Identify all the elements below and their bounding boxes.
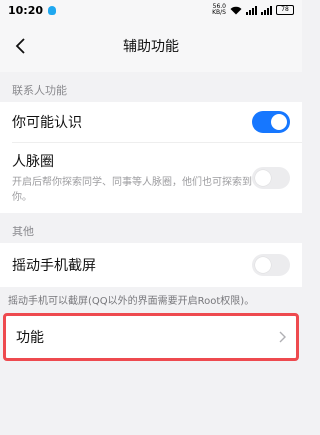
- function-row[interactable]: 功能: [3, 313, 299, 361]
- status-indicators: 56.0 KB/S 78: [210, 4, 294, 16]
- qq-notification-icon: [48, 5, 57, 15]
- other-section: 摇动手机截屏: [0, 243, 302, 287]
- network-circle-toggle[interactable]: [252, 167, 290, 189]
- status-bar: 10:20 56.0 KB/S 78: [0, 0, 302, 20]
- setting-label-may-know: 你可能认识: [12, 115, 82, 131]
- toggle-knob: [255, 170, 271, 186]
- contacts-section: 你可能认识 人脉圈 开启后帮你探索同学、同事等人脉圈，他们也可探索到你。: [0, 102, 302, 213]
- status-time: 10:20: [8, 3, 44, 17]
- setting-row-shake-screenshot[interactable]: 摇动手机截屏: [0, 243, 302, 287]
- header: 辅助功能: [0, 20, 302, 72]
- setting-row-may-know[interactable]: 你可能认识: [0, 102, 302, 142]
- page-title: 辅助功能: [123, 39, 179, 55]
- network-circle-text: 人脉圈 开启后帮你探索同学、同事等人脉圈，他们也可探索到你。: [12, 151, 252, 205]
- setting-desc-network-circle: 开启后帮你探索同学、同事等人脉圈，他们也可探索到你。: [12, 177, 252, 203]
- network-speed-unit: KB/S: [212, 9, 226, 16]
- may-know-toggle[interactable]: [252, 111, 290, 133]
- setting-row-network-circle[interactable]: 人脉圈 开启后帮你探索同学、同事等人脉圈，他们也可探索到你。: [0, 143, 302, 213]
- battery-icon: 78: [276, 5, 294, 15]
- signal-icon-2: [261, 5, 272, 15]
- chevron-right-icon: [279, 331, 286, 343]
- section-label-contacts: 联系人功能: [12, 84, 67, 97]
- setting-label-network-circle: 人脉圈: [12, 154, 54, 170]
- back-arrow-icon[interactable]: [14, 36, 28, 56]
- section-label-other: 其他: [12, 225, 34, 238]
- signal-icon: [246, 5, 257, 15]
- shake-screenshot-note: 摇动手机可以截屏(QQ以外的界面需要开启Root权限)。: [8, 296, 255, 307]
- wifi-icon: [230, 6, 242, 14]
- function-label: 功能: [16, 330, 44, 346]
- toggle-knob: [255, 257, 271, 273]
- shake-screenshot-toggle[interactable]: [252, 254, 290, 276]
- battery-level: 78: [281, 6, 289, 13]
- toggle-knob: [271, 114, 287, 130]
- setting-label-shake-screenshot: 摇动手机截屏: [12, 258, 96, 274]
- network-speed: 56.0 KB/S: [210, 4, 226, 16]
